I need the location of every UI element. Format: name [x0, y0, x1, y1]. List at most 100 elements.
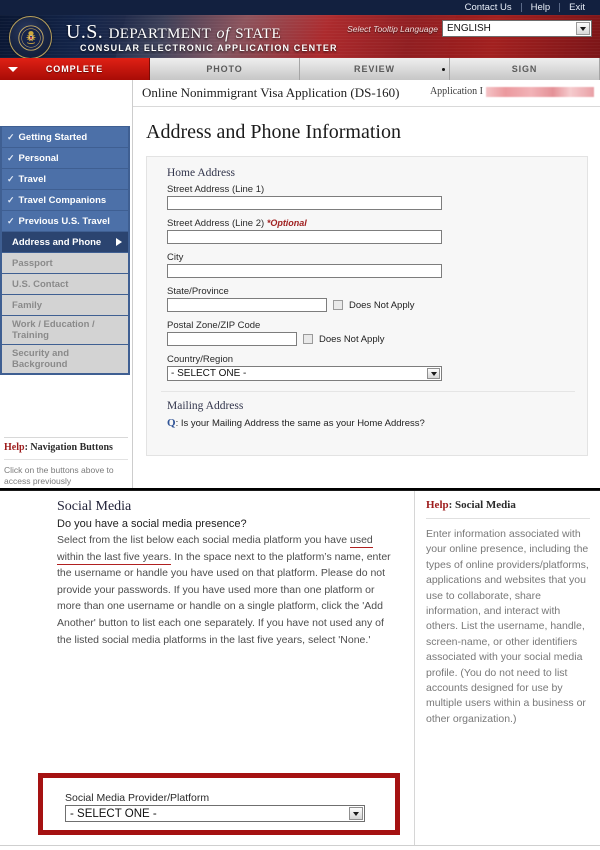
sidebar-item-label: Work / Education / [12, 319, 95, 330]
street-address-line2-input[interactable] [167, 230, 442, 244]
eagle-glyph [17, 24, 44, 51]
state-does-not-apply-label: Does Not Apply [349, 299, 415, 311]
city-input[interactable] [167, 264, 442, 278]
sidebar-item-getting-started[interactable]: ✓ Getting Started [2, 127, 128, 147]
street-address-line1-input[interactable] [167, 196, 442, 210]
mailing-address-section-title: Mailing Address [167, 400, 244, 412]
department-subtitle: CONSULAR ELECTRONIC APPLICATION CENTER [80, 43, 338, 53]
great-seal-eagle-icon [9, 16, 52, 58]
screenshot-bottom-edge [0, 845, 600, 850]
social-media-help-title: Help: Social Media [426, 499, 590, 519]
sidebar-item-security-and-background[interactable]: Security and Background [2, 345, 128, 373]
chevron-down-icon[interactable] [576, 22, 590, 35]
check-icon: ✓ [7, 215, 15, 226]
country-region-select[interactable]: - SELECT ONE - [167, 366, 442, 381]
page-title: Address and Phone Information [146, 121, 401, 143]
application-id-label: Application I [429, 86, 483, 97]
mailing-address-question: Q: Is your Mailing Address the same as y… [167, 417, 587, 429]
help-title-suffix: : Navigation Buttons [24, 442, 113, 453]
check-icon: ✓ [7, 173, 15, 184]
social-media-provider-label: Social Media Provider/Platform [65, 792, 210, 804]
sidebar-item-label-line2: Background [12, 359, 68, 370]
question-marker: Q [167, 417, 176, 429]
sidebar-help-body: Click on the buttons above to access pre… [4, 459, 128, 487]
section-divider [161, 391, 575, 392]
tab-photo[interactable]: PHOTO [150, 58, 300, 80]
application-body: ✓ Getting Started ✓ Personal ✓ Travel ✓ … [0, 80, 600, 488]
postal-does-not-apply-checkbox[interactable] [303, 334, 313, 344]
sidebar-item-travel[interactable]: ✓ Travel [2, 169, 128, 189]
help-link[interactable]: Help [522, 0, 560, 15]
tab-review-label: REVIEW [354, 64, 395, 74]
social-media-title: Social Media [57, 499, 132, 514]
sidebar-item-label: U.S. Contact [12, 278, 69, 290]
chevron-down-icon[interactable] [427, 368, 440, 379]
social-media-screenshot-bottom: Social Media Do you have a social media … [0, 490, 600, 850]
triangle-down-icon [8, 67, 18, 72]
tooltip-language-label: Select Tooltip Language [347, 23, 438, 34]
sidebar-item-passport[interactable]: Passport [2, 253, 128, 273]
sidebar-item-previous-us-travel[interactable]: ✓ Previous U.S. Travel [2, 211, 128, 231]
check-icon: ✓ [7, 194, 15, 205]
social-media-provider-value: - SELECT ONE - [70, 807, 157, 820]
application-title-bar: Online Nonimmigrant Visa Application (DS… [133, 80, 600, 107]
chevron-down-icon[interactable] [349, 807, 363, 820]
help-label: Help [426, 499, 449, 511]
sidebar-item-address-and-phone[interactable]: Address and Phone [2, 232, 128, 252]
arrow-right-icon [116, 238, 122, 246]
sidebar-item-label: Passport [12, 257, 53, 269]
title-department: DEPARTMENT [108, 26, 212, 42]
tab-photo-label: PHOTO [206, 64, 243, 74]
check-icon: ✓ [7, 152, 15, 163]
utility-nav-links: Contact Us Help Exit [456, 0, 594, 15]
sidebar-item-label: Security and [12, 348, 70, 359]
country-region-field: Country/Region - SELECT ONE - [167, 354, 587, 381]
tab-sign[interactable]: SIGN [450, 58, 600, 80]
sidebar-item-travel-companions[interactable]: ✓ Travel Companions [2, 190, 128, 210]
street-address-line1-field: Street Address (Line 1) [167, 184, 587, 210]
city-field: City [167, 252, 587, 278]
department-title: U.S. DEPARTMENT of STATE [66, 21, 281, 44]
sidebar-item-label: Personal [18, 152, 59, 164]
tab-sign-label: SIGN [511, 64, 538, 74]
city-label: City [167, 252, 184, 263]
dot-marker-icon [442, 67, 445, 71]
sidebar-item-family[interactable]: Family [2, 295, 128, 315]
tab-complete[interactable]: COMPLETE [0, 58, 150, 80]
social-media-help-body: Enter information associated with your o… [426, 528, 589, 725]
street-address-line2-field: Street Address (Line 2) *Optional [167, 218, 587, 244]
utility-nav-bar: Contact Us Help Exit [0, 0, 600, 16]
postal-zip-field: Postal Zone/ZIP Code Does Not Apply [167, 320, 587, 346]
state-does-not-apply-checkbox[interactable] [333, 300, 343, 310]
postal-zip-input[interactable] [167, 332, 297, 346]
title-of: of [216, 25, 230, 42]
tooltip-language-select[interactable]: ENGLISH [442, 20, 592, 37]
title-state: STATE [235, 26, 282, 42]
social-media-help-panel: Help: Social Media Enter information ass… [414, 491, 600, 849]
state-province-input[interactable] [167, 298, 327, 312]
exit-link[interactable]: Exit [560, 0, 594, 15]
social-media-provider-highlight-box: Social Media Provider/Platform - SELECT … [38, 773, 400, 835]
street-address-line2-label: Street Address (Line 2) *Optional [167, 218, 587, 229]
ds160-application-screenshot-top: Contact Us Help Exit U.S. DEPARTMENT of … [0, 0, 600, 490]
sidebar-help-panel: Help: Navigation Buttons Click on the bu… [4, 437, 128, 487]
sidebar-item-personal[interactable]: ✓ Personal [2, 148, 128, 168]
street-address-line1-label: Street Address (Line 1) [167, 184, 265, 195]
sidebar-item-label: Previous U.S. Travel [18, 215, 110, 227]
social-media-instructions: Select from the list below each social m… [57, 532, 397, 648]
sidebar-item-label: Travel [18, 173, 47, 185]
check-icon: ✓ [7, 131, 15, 142]
sidebar-item-label-line2: Training [12, 330, 49, 341]
state-province-field: State/Province Does Not Apply [167, 286, 587, 312]
postal-does-not-apply-label: Does Not Apply [319, 333, 385, 345]
sidebar-nav: ✓ Getting Started ✓ Personal ✓ Travel ✓ … [0, 126, 130, 375]
tab-review[interactable]: REVIEW [300, 58, 450, 80]
sidebar-item-label: Getting Started [18, 131, 88, 143]
application-id-area: Application I [430, 86, 594, 97]
sidebar-item-us-contact[interactable]: U.S. Contact [2, 274, 128, 294]
sidebar-item-work-education-training[interactable]: Work / Education / Training [2, 316, 128, 344]
contact-us-link[interactable]: Contact Us [456, 0, 521, 15]
instructions-part2: In the space next to the platform’s name… [57, 550, 391, 646]
help-label: Help [4, 442, 25, 453]
social-media-provider-select[interactable]: - SELECT ONE - [65, 805, 365, 822]
